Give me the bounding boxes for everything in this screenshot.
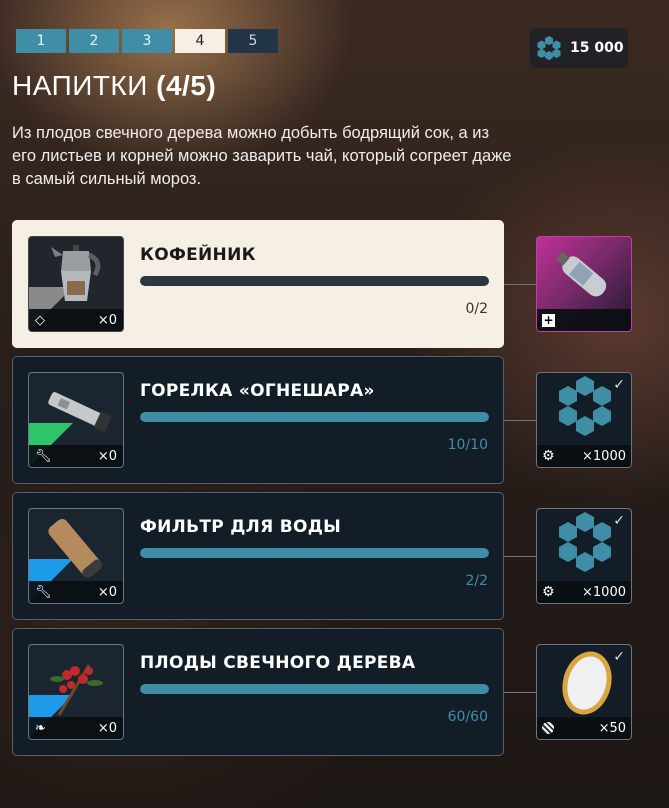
page-title: НАПИТКИ (4/5) (12, 70, 216, 102)
coffee-pot-icon (51, 245, 101, 301)
item-card[interactable]: 🔧︎ ×0 ГОРЕЛКА «ОГНЕШАРА» 10/10 (12, 356, 504, 484)
claimed-check-icon: ✓ (613, 377, 625, 393)
item-thumbnail: 🔧︎ ×0 (28, 508, 124, 604)
hex-cluster-icon (537, 36, 561, 61)
reward-slot[interactable]: ✓ ×50 (536, 644, 632, 740)
progress-text: 0/2 (465, 301, 488, 317)
diamond-icon: ◇ (35, 312, 45, 328)
reward-amount: ×1000 (582, 584, 626, 600)
tab-2[interactable]: 2 (69, 29, 119, 53)
wrench-icon: 🔧︎ (35, 448, 52, 464)
item-name: КОФЕЙНИК (140, 245, 256, 265)
claimed-check-icon: ✓ (613, 649, 625, 665)
reward-slot[interactable]: + (536, 236, 632, 332)
gear-icon: ⚙ (542, 584, 555, 600)
wrench-icon: 🔧︎ (35, 584, 52, 600)
item-thumbnail: ❧ ×0 (28, 644, 124, 740)
item-owned-count: ×0 (97, 584, 117, 600)
connector-line (504, 556, 537, 557)
burner-icon (48, 392, 112, 432)
claimed-check-icon: ✓ (613, 513, 625, 529)
item-thumbnail: 🔧︎ ×0 (28, 372, 124, 468)
item-card[interactable]: ❧ ×0 ПЛОДЫ СВЕЧНОГО ДЕРЕВА 60/60 (12, 628, 504, 756)
chapter-tabs: 1 2 3 4 5 (16, 29, 278, 53)
leaf-icon: ❧ (35, 720, 46, 736)
progress-bar (140, 548, 489, 558)
item-card[interactable]: 🔧︎ ×0 ФИЛЬТР ДЛЯ ВОДЫ 2/2 (12, 492, 504, 620)
tab-5[interactable]: 5 (228, 29, 278, 53)
currency-amount: 15 000 (570, 40, 624, 56)
connector-line (504, 692, 537, 693)
tab-3[interactable]: 3 (122, 29, 172, 53)
item-owned-count: ×0 (97, 448, 117, 464)
striped-ball-icon (542, 722, 554, 734)
item-name: ГОРЕЛКА «ОГНЕШАРА» (140, 381, 375, 401)
reward-slot[interactable]: ✓ ⚙ ×1000 (536, 372, 632, 468)
gear-icon: ⚙ (542, 448, 555, 464)
connector-line (504, 284, 537, 285)
progress-bar (140, 412, 489, 422)
currency-display: 15 000 (530, 28, 628, 68)
progress-bar (140, 684, 489, 694)
item-thumbnail: ◇ ×0 (28, 236, 124, 332)
page-description: Из плодов свечного дерева можно добыть б… (12, 124, 512, 188)
item-name: ФИЛЬТР ДЛЯ ВОДЫ (140, 517, 342, 537)
item-card[interactable]: ◇ ×0 КОФЕЙНИК 0/2 (12, 220, 504, 348)
water-filter-icon (48, 518, 103, 579)
item-name: ПЛОДЫ СВЕЧНОГО ДЕРЕВА (140, 653, 416, 673)
candle-tree-fruit-icon (50, 664, 103, 716)
reward-amount: ×50 (598, 720, 626, 736)
title-count: (4/5) (156, 70, 217, 101)
tab-4[interactable]: 4 (175, 29, 225, 53)
connector-line (504, 420, 537, 421)
title-main: НАПИТКИ (12, 70, 148, 101)
item-owned-count: ×0 (97, 720, 117, 736)
progress-text: 60/60 (447, 709, 488, 725)
item-owned-count: ×0 (97, 312, 117, 328)
progress-text: 10/10 (447, 437, 488, 453)
plus-box-icon: + (542, 312, 555, 327)
gas-canister-icon (555, 251, 607, 297)
tab-1[interactable]: 1 (16, 29, 66, 53)
progress-bar (140, 276, 489, 286)
reward-slot[interactable]: ✓ ⚙ ×1000 (536, 508, 632, 604)
progress-text: 2/2 (465, 573, 488, 589)
reward-amount: ×1000 (582, 448, 626, 464)
